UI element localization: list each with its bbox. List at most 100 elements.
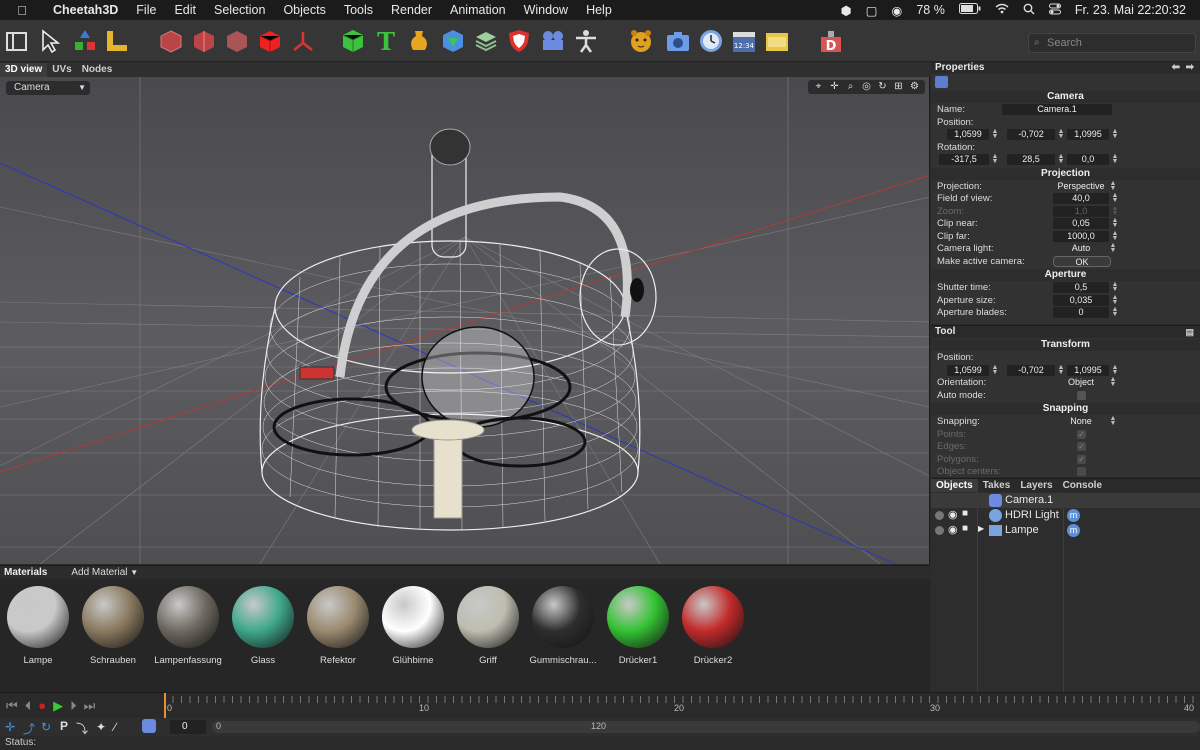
rotation-x-stepper[interactable]: ▲ ▼ [991,153,999,165]
position-y-stepper[interactable]: ▲ ▼ [1057,128,1065,140]
tool-position-z-field[interactable]: 1,0995 [1067,364,1109,376]
menu-edit[interactable]: Edit [165,3,205,17]
camera-select[interactable]: Camera ▼ [6,81,90,95]
projection-select[interactable]: Perspective [1053,181,1109,192]
folder-icon[interactable] [764,28,790,54]
material-preview[interactable] [532,586,594,648]
ruler-icon[interactable] [104,28,130,54]
play-icon[interactable]: ▶ [53,698,63,714]
tab-objects[interactable]: Objects [931,479,978,492]
material-item[interactable]: Glass [227,586,299,666]
fov-field[interactable]: 40,0 [1053,193,1109,204]
back-arrow-icon[interactable]: ⬅ [1172,62,1180,74]
layout-icon[interactable]: ⊞ [891,81,906,93]
zoom-icon[interactable]: ⌕ [843,81,858,93]
timeline-ruler[interactable]: 0 10 20 30 40 [164,693,1200,719]
snapping-select[interactable]: None [1053,416,1109,427]
material-preview[interactable] [232,586,294,648]
clip-near-stepper[interactable]: ▲ ▼ [1111,217,1119,229]
extension-icon[interactable]: ⬢ [841,3,852,18]
screen-icon[interactable]: ▢ [866,3,878,18]
menu-render[interactable]: Render [382,3,441,17]
curve-icon[interactable]: ⤵ [76,720,88,737]
aperture-size-stepper[interactable]: ▲ ▼ [1111,294,1119,306]
slash-icon[interactable]: ∕ [114,720,116,734]
rotation-y-stepper[interactable]: ▲ ▼ [1057,153,1065,165]
orbit-icon[interactable]: ◎ [859,81,874,93]
snapping-chevron-icon[interactable]: ▲ ▼ [1109,415,1117,427]
vase-icon[interactable] [406,28,432,54]
camera-object-icon[interactable] [935,76,948,88]
shutter-stepper[interactable]: ▲ ▼ [1111,281,1119,293]
orientation-select[interactable]: Object [1053,377,1109,388]
axis-icon[interactable] [290,28,316,54]
user-icon[interactable]: ◉ [891,3,902,18]
visibility-dot-icon[interactable] [935,511,944,520]
range-slider[interactable] [212,721,1200,733]
step-back-icon[interactable]: ⏴ [25,698,32,714]
clip-far-stepper[interactable]: ▲ ▼ [1111,230,1119,242]
box-wire-1-icon[interactable] [158,28,184,54]
render-camera-icon[interactable]: ■ [962,508,968,519]
position-x-field[interactable]: 1,0599 [947,129,989,140]
layers-icon[interactable] [473,28,499,54]
tool-position-z-stepper[interactable]: ▲ ▼ [1111,364,1119,376]
add-material-button[interactable]: Add Material ▼ [71,567,138,578]
object-row-hdri[interactable]: ◉ ■ HDRI Light m [931,508,1200,523]
current-frame-field[interactable]: 0 [170,720,206,734]
clip-near-field[interactable]: 0,05 [1053,218,1109,229]
lamp-model[interactable] [259,128,657,531]
rotation-z-field[interactable]: 0,0 [1067,154,1109,165]
rotation-x-field[interactable]: -317,5 [939,154,989,165]
aperture-blades-field[interactable]: 0 [1053,307,1109,318]
box-wire-2-icon[interactable] [191,28,217,54]
material-preview[interactable] [457,586,519,648]
fov-stepper[interactable]: ▲ ▼ [1111,192,1119,204]
rotation-y-field[interactable]: 28,5 [1007,154,1055,165]
skip-start-icon[interactable]: ⏮ [6,698,18,714]
playhead[interactable] [164,693,166,719]
bezier-icon[interactable]: ⤴ [23,720,35,737]
make-active-ok-button[interactable]: OK [1053,255,1111,267]
material-item[interactable]: Griff [452,586,524,666]
menubar-datetime[interactable]: Fr. 23. Mai 22:20:32 [1075,3,1186,17]
aperture-size-field[interactable]: 0,035 [1053,294,1109,306]
position-z-stepper[interactable]: ▲ ▼ [1111,128,1119,140]
material-tag-icon[interactable]: m [1067,509,1080,522]
name-field[interactable]: Camera.1 [1002,104,1112,115]
visibility-dot-icon[interactable] [935,526,944,535]
auto-mode-checkbox[interactable] [1077,390,1086,400]
material-item[interactable]: Lampe [2,586,74,666]
position-z-field[interactable]: 1,0995 [1067,129,1109,140]
rotate-key-icon[interactable]: ↻ [41,720,51,734]
menu-window[interactable]: Window [515,3,577,17]
tab-uvs[interactable]: UVs [47,63,76,77]
move-tool-icon[interactable] [72,28,98,54]
search-icon[interactable] [1023,3,1035,18]
camera-people-icon[interactable] [540,28,566,54]
control-center-icon[interactable] [1048,3,1061,18]
render-d-icon[interactable]: D [818,28,844,54]
battery-icon[interactable] [958,3,981,17]
box-red-icon[interactable] [257,28,283,54]
eye-icon[interactable]: ◉ [948,523,958,536]
material-tag-icon[interactable]: m [1067,524,1080,537]
material-preview[interactable] [157,586,219,648]
gear-icon[interactable]: ⚙ [907,81,922,93]
material-preview[interactable] [7,586,69,648]
material-preview[interactable] [607,586,669,648]
clip-far-field[interactable]: 1000,0 [1053,230,1109,242]
viewport-scene[interactable] [0,77,930,564]
figure-icon[interactable] [573,28,599,54]
eye-icon[interactable]: ◉ [948,508,958,521]
aperture-blades-stepper[interactable]: ▲ ▼ [1111,306,1119,318]
tab-nodes[interactable]: Nodes [77,63,118,77]
material-item[interactable]: Lampenfassung [152,586,224,666]
pan-icon[interactable]: ✛ [827,81,842,93]
clapper-icon[interactable]: 12:34 [731,28,757,54]
tab-console[interactable]: Console [1058,479,1107,492]
camera-icon[interactable] [665,28,691,54]
cheetah-icon[interactable] [628,28,654,54]
material-item[interactable]: Drücker2 [677,586,749,666]
menu-tools[interactable]: Tools [335,3,382,17]
